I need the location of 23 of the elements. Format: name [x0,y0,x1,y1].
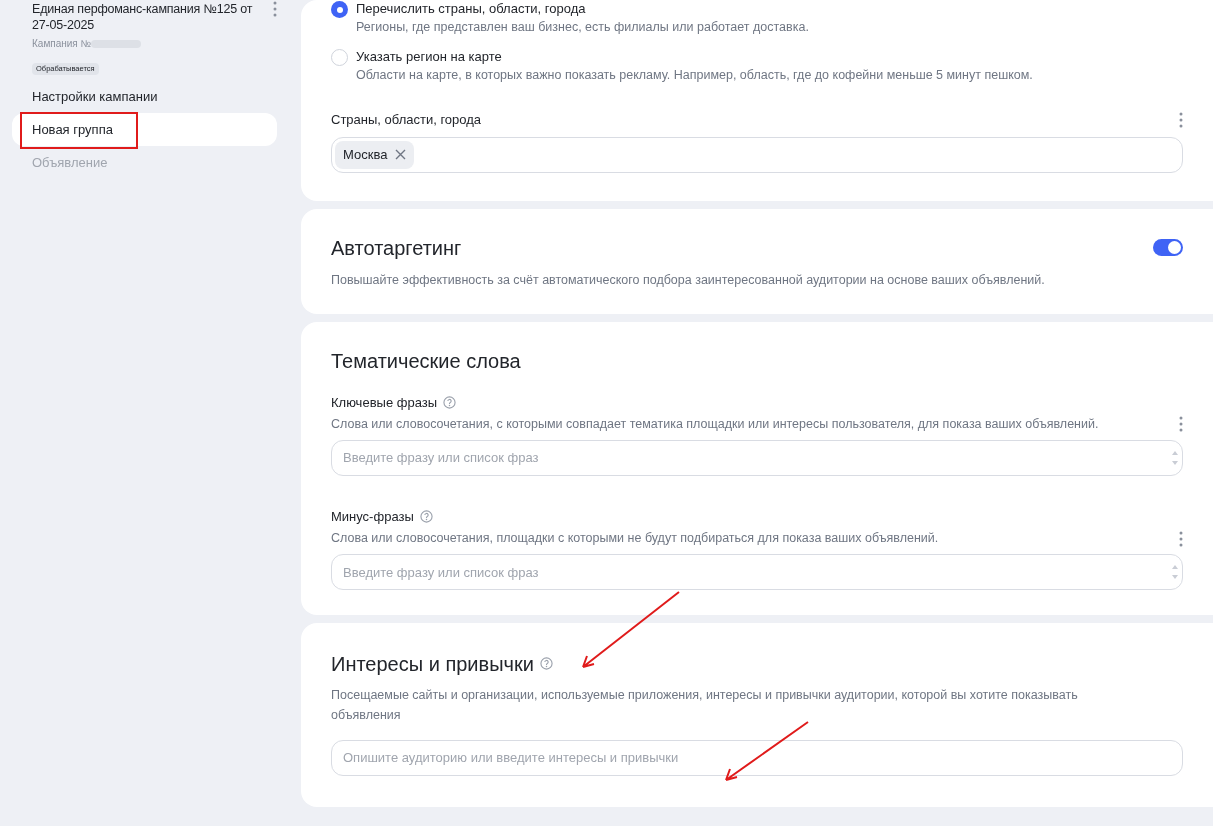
phrase-field[interactable]: Введите фразу или список фраз [331,554,1183,590]
option-description: Регионы, где представлен ваш бизнес, есть филиалы или работает доставка. [356,19,809,36]
campaign-id-label: Кампания № [32,37,92,51]
field-label: Минус-фразы [331,507,414,526]
nav-item[interactable]: Настройки кампании [12,80,277,113]
campaign-title: Единая перфоманс-кампания №125 от 27-05-2025 [32,1,254,33]
option-description: Области на карте, в которых важно показать рекламу. Например, область, где до кофейни меньше 5 минут пешком. [356,67,1033,84]
region-tag: Москва [335,140,415,169]
section-description: Посещаемые сайты и организации, используемые приложения, интересы и привычки аудитории, которой вы хотите показывать объявления [331,686,1079,724]
nav-item[interactable]: Новая группа [12,113,277,146]
field-label: Страны, области, города [331,111,482,129]
section-title: Тематические слова [331,348,522,374]
field-label: Ключевые фразы [331,393,438,412]
field-description: Слова или словосочетания, площадки с которыми не будут подбираться для показа ваших объявлений. [331,530,939,548]
section-title: Автотаргетинг [331,235,462,261]
radio-label: Указать регион на карте [356,48,503,66]
radio-label: Перечислить страны, области, города [356,0,587,18]
region-field[interactable]: Москва [331,136,1183,173]
phrase-field[interactable]: Введите фразу или список фраз [331,439,1183,476]
section-description: Повышайте эффективность за счёт автоматического подбора заинтересованной аудитории на основе ваших объявлений. [331,271,1046,289]
interests-field[interactable]: Опишите аудиторию или введите интересы и привычки [331,739,1183,776]
field-description: Слова или словосочетания, с которыми совпадает тематика площадки или интересы пользователя, для показа ваших объявлений. [331,416,1099,433]
section-title: Интересы и привычки [331,651,534,677]
